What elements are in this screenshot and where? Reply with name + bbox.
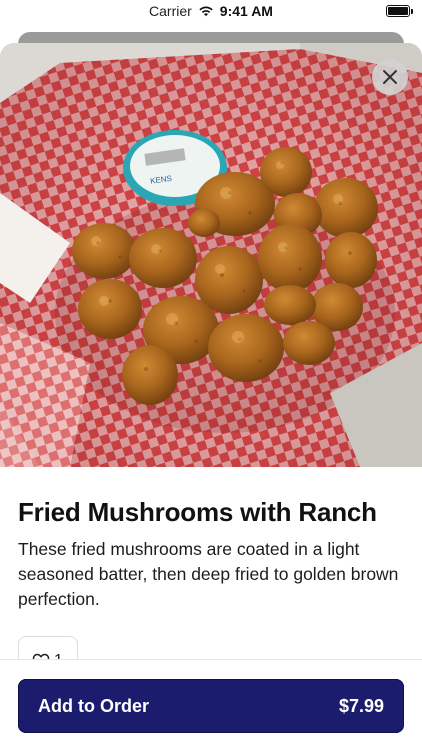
wifi-icon: [199, 6, 213, 17]
carrier-label: Carrier: [149, 3, 192, 19]
item-price: $7.99: [338, 695, 384, 716]
item-photo: KENS: [0, 43, 422, 467]
add-to-order-label: Add to Order: [38, 695, 149, 716]
close-button[interactable]: [372, 59, 408, 95]
status-time: 9:41 AM: [219, 3, 273, 19]
status-bar: Carrier 9:41 AM: [0, 0, 422, 24]
battery-fill: [388, 7, 408, 15]
item-title: Fried Mushrooms with Ranch: [18, 497, 377, 527]
order-footer: Add to Order $7.99: [0, 659, 422, 750]
battery-cap: [411, 9, 413, 14]
close-icon: [383, 70, 397, 84]
item-sheet: KENS Fried Mushrooms with Ranch These fr…: [0, 43, 422, 750]
item-detail-screen: Carrier 9:41 AM KENS Fried Mushrooms wit…: [0, 0, 422, 750]
status-center: Carrier 9:41 AM: [0, 3, 422, 19]
add-to-order-button[interactable]: Add to Order $7.99: [18, 679, 404, 733]
item-description: These fried mushrooms are coated in a li…: [18, 539, 399, 609]
item-details: Fried Mushrooms with Ranch These fried m…: [0, 467, 422, 612]
item-photo-illustration: KENS: [0, 43, 422, 467]
battery-icon: [386, 5, 413, 17]
